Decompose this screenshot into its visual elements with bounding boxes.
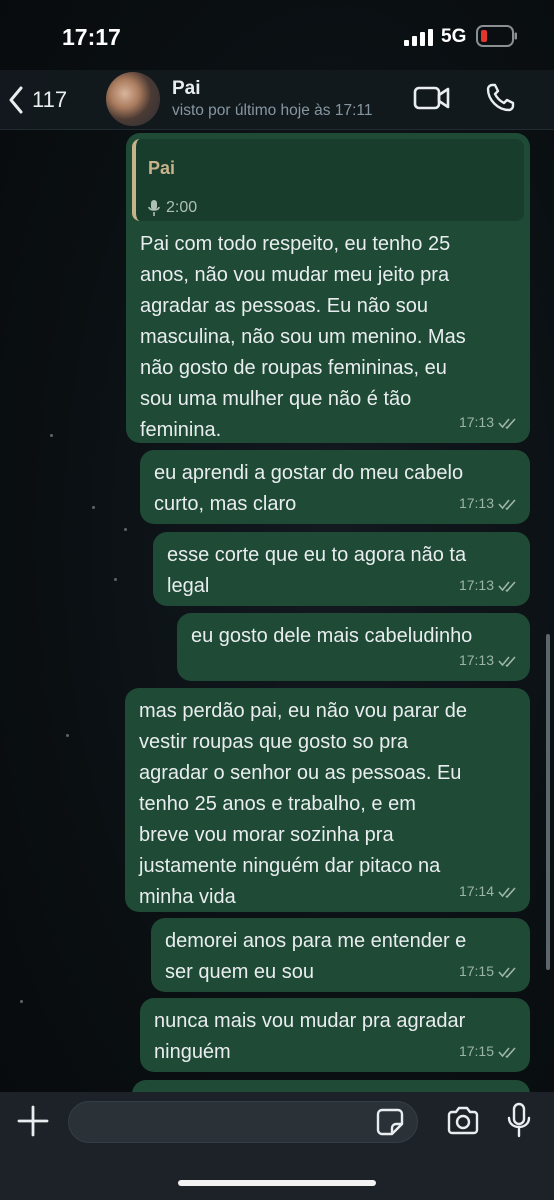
contact-avatar[interactable] <box>106 72 160 126</box>
microphone-small-icon <box>148 199 160 216</box>
microphone-icon[interactable] <box>506 1102 532 1138</box>
message-time: 17:13 <box>458 414 494 430</box>
double-check-icon <box>498 498 516 510</box>
message-time: 17:14 <box>458 883 494 899</box>
back-button[interactable]: 117 <box>8 80 88 120</box>
contact-last-seen: visto por último hoje às 17:11 <box>172 102 373 119</box>
quote-duration: 2:00 <box>166 199 198 216</box>
message-time: 17:15 <box>458 1043 494 1059</box>
message-bubble[interactable]: eu gosto dele mais cabeludinho 17:13 <box>177 613 530 681</box>
message-meta: 17:13 <box>459 570 518 601</box>
wallpaper-dot <box>92 506 95 509</box>
double-check-icon <box>498 655 516 667</box>
double-check-icon <box>498 580 516 592</box>
message-meta: 17:14 <box>459 876 518 907</box>
message-meta: 17:13 <box>459 407 518 438</box>
message-bubble[interactable]: Pai 2:00 Pai com todo respeito, eu tenho… <box>126 133 530 443</box>
message-input[interactable] <box>68 1101 418 1143</box>
message-bubble[interactable]: nunca mais vou mudar pra agradar ninguém… <box>140 998 530 1072</box>
quote-voice-info: 2:00 <box>148 192 512 223</box>
message-meta: 17:15 <box>459 1036 518 1067</box>
double-check-icon <box>498 886 516 898</box>
message-time: 17:13 <box>458 652 494 668</box>
scrollbar[interactable] <box>546 634 550 970</box>
back-chevron-icon <box>9 86 23 114</box>
message-meta: 17:13 <box>459 645 518 676</box>
message-time: 17:15 <box>458 963 494 979</box>
message-bubble[interactable]: demorei anos para me entender e ser quem… <box>151 918 530 992</box>
double-check-icon <box>498 417 516 429</box>
video-call-icon[interactable] <box>413 84 451 112</box>
double-check-icon <box>498 1046 516 1058</box>
double-check-icon <box>498 966 516 978</box>
wallpaper-dot <box>124 528 127 531</box>
status-time: 17:17 <box>62 24 121 50</box>
quote-author: Pai <box>148 158 176 178</box>
plus-icon[interactable] <box>16 1104 50 1138</box>
wallpaper-dot <box>66 734 69 737</box>
phone-call-icon[interactable] <box>484 82 516 114</box>
input-bar <box>0 1092 554 1200</box>
sticker-icon[interactable] <box>376 1108 404 1136</box>
signal-bars-icon <box>404 29 433 46</box>
battery-icon <box>476 25 517 47</box>
home-indicator[interactable] <box>178 1180 376 1186</box>
message-bubble[interactable]: eu aprendi a gostar do meu cabelo curto,… <box>140 450 530 524</box>
wallpaper-dot <box>114 578 117 581</box>
contact-name[interactable]: Pai <box>172 78 201 100</box>
status-bar: 17:17 5G <box>0 0 554 70</box>
message-bubble[interactable]: esse corte que eu to agora não ta legal … <box>153 532 530 606</box>
message-time: 17:13 <box>458 577 494 593</box>
message-meta: 17:15 <box>459 956 518 987</box>
message-time: 17:13 <box>458 495 494 511</box>
wallpaper-dot <box>50 434 53 437</box>
message-bubble[interactable]: mas perdão pai, eu não vou parar de vest… <box>125 688 530 912</box>
quoted-voice-message[interactable]: Pai 2:00 <box>132 139 524 221</box>
camera-icon[interactable] <box>446 1106 480 1136</box>
message-meta: 17:13 <box>459 488 518 519</box>
wallpaper-dot <box>20 1000 23 1003</box>
unread-count: 117 <box>32 87 68 112</box>
network-type: 5G <box>441 26 467 47</box>
chat-header: 117 Pai visto por último hoje às 17:11 <box>0 70 554 130</box>
